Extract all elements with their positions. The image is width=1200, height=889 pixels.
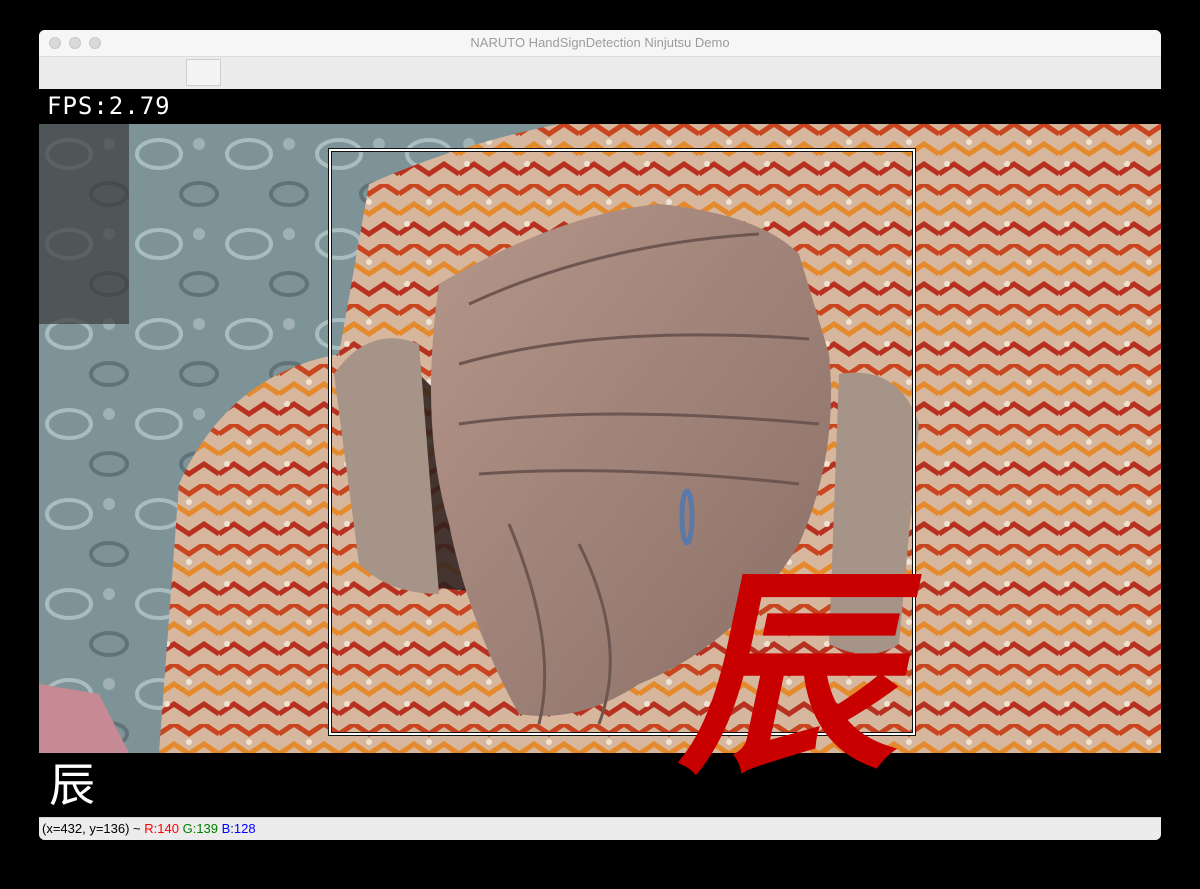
cursor-coordinates: (x=432, y=136) ~ <box>42 821 145 836</box>
toolbar-button[interactable] <box>186 59 221 86</box>
window-title: NARUTO HandSignDetection Ninjutsu Demo <box>470 35 730 50</box>
app-window: NARUTO HandSignDetection Ninjutsu Demo F… <box>39 30 1161 840</box>
video-canvas[interactable]: FPS:2.79 辰 辰 <box>39 89 1161 817</box>
sign-history-label: 辰 <box>49 758 95 812</box>
status-bar: (x=432, y=136) ~ R:140 G:139 B:128 <box>39 817 1161 840</box>
status-readout: (x=432, y=136) ~ R:140 G:139 B:128 <box>42 818 256 840</box>
title-bar[interactable]: NARUTO HandSignDetection Ninjutsu Demo <box>39 30 1161 57</box>
red-value: R:140 <box>144 821 179 836</box>
blue-value: B:128 <box>221 821 256 836</box>
green-value: G:139 <box>182 821 219 836</box>
detected-sign-label: 辰 <box>666 544 942 803</box>
toolbar <box>39 57 1161 88</box>
fps-counter: FPS:2.79 <box>47 92 171 120</box>
